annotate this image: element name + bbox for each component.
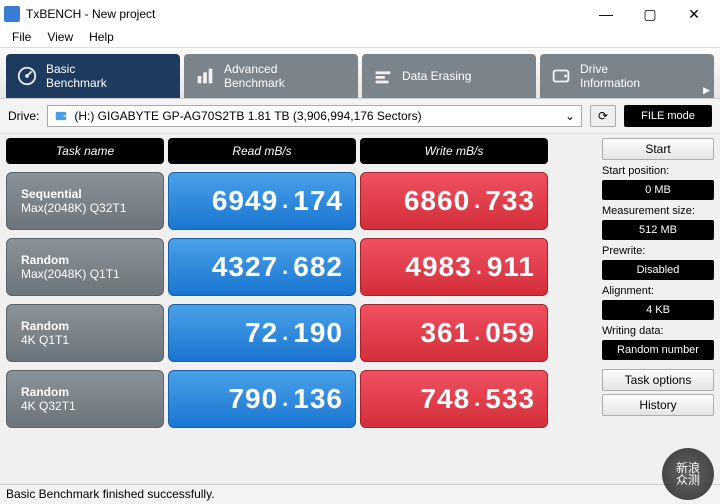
measurement-size-label: Measurement size: [602, 203, 714, 217]
close-button[interactable]: ✕ [672, 0, 716, 28]
benchmark-row: Sequential Max(2048K) Q32T1 6949.174 686… [6, 172, 594, 230]
window-title: TxBENCH - New project [26, 7, 584, 21]
writing-data-label: Writing data: [602, 323, 714, 337]
write-value: 4983.911 [360, 238, 548, 296]
benchmark-panel: Task name Read mB/s Write mB/s Sequentia… [0, 134, 600, 484]
start-position-label: Start position: [602, 163, 714, 177]
task-cell[interactable]: Sequential Max(2048K) Q32T1 [6, 172, 164, 230]
main-tabs: BasicBenchmark AdvancedBenchmark Data Er… [0, 48, 720, 99]
hdd-icon [54, 109, 68, 123]
tab-drive-information[interactable]: DriveInformation ▶ [540, 54, 714, 98]
menu-file[interactable]: File [4, 28, 39, 47]
menu-help[interactable]: Help [81, 28, 122, 47]
menu-view[interactable]: View [39, 28, 81, 47]
tab-basic-benchmark[interactable]: BasicBenchmark [6, 54, 180, 98]
history-button[interactable]: History [602, 394, 714, 416]
refresh-button[interactable]: ⟳ [590, 105, 616, 127]
chevron-right-icon: ▶ [703, 85, 710, 96]
tab-advanced-benchmark[interactable]: AdvancedBenchmark [184, 54, 358, 98]
app-icon [4, 6, 20, 22]
status-text: Basic Benchmark finished successfully. [6, 487, 215, 501]
tab-label: Advanced [224, 62, 277, 76]
tab-label: Drive [580, 62, 608, 76]
status-bar: Basic Benchmark finished successfully. [0, 484, 720, 504]
menubar: File View Help [0, 28, 720, 48]
header-task: Task name [6, 138, 164, 164]
erase-icon [372, 65, 394, 87]
read-value: 72.190 [168, 304, 356, 362]
titlebar: TxBENCH - New project — ▢ ✕ [0, 0, 720, 28]
tab-data-erasing[interactable]: Data Erasing [362, 54, 536, 98]
write-value: 748.533 [360, 370, 548, 428]
benchmark-row: Random 4K Q1T1 72.190 361.059 [6, 304, 594, 362]
write-value: 6860.733 [360, 172, 548, 230]
alignment-value[interactable]: 4 KB [602, 300, 714, 320]
minimize-button[interactable]: — [584, 0, 628, 28]
drive-icon [550, 65, 572, 87]
task-options-button[interactable]: Task options [602, 369, 714, 391]
writing-data-value[interactable]: Random number [602, 340, 714, 360]
drive-label: Drive: [8, 109, 39, 123]
benchmark-row: Random 4K Q32T1 790.136 748.533 [6, 370, 594, 428]
header-read: Read mB/s [168, 138, 356, 164]
task-cell[interactable]: Random 4K Q1T1 [6, 304, 164, 362]
write-value: 361.059 [360, 304, 548, 362]
read-value: 4327.682 [168, 238, 356, 296]
file-mode-button[interactable]: FILE mode [624, 105, 712, 127]
drive-value: (H:) GIGABYTE GP-AG70S2TB 1.81 TB (3,906… [74, 109, 565, 123]
header-write: Write mB/s [360, 138, 548, 164]
read-value: 790.136 [168, 370, 356, 428]
task-cell[interactable]: Random 4K Q32T1 [6, 370, 164, 428]
prewrite-value[interactable]: Disabled [602, 260, 714, 280]
gauge-icon [16, 65, 38, 87]
start-position-value[interactable]: 0 MB [602, 180, 714, 200]
benchmark-row: Random Max(2048K) Q1T1 4327.682 4983.911 [6, 238, 594, 296]
drive-select[interactable]: (H:) GIGABYTE GP-AG70S2TB 1.81 TB (3,906… [47, 105, 582, 127]
start-button[interactable]: Start [602, 138, 714, 160]
read-value: 6949.174 [168, 172, 356, 230]
tab-label: Basic [46, 62, 75, 76]
side-panel: Start Start position: 0 MB Measurement s… [600, 134, 720, 484]
bar-chart-icon [194, 65, 216, 87]
chevron-down-icon: ⌄ [565, 109, 575, 123]
tab-label: Data Erasing [402, 69, 471, 83]
drive-row: Drive: (H:) GIGABYTE GP-AG70S2TB 1.81 TB… [0, 99, 720, 134]
prewrite-label: Prewrite: [602, 243, 714, 257]
refresh-icon: ⟳ [598, 109, 608, 123]
benchmark-header: Task name Read mB/s Write mB/s [4, 138, 596, 164]
measurement-size-value[interactable]: 512 MB [602, 220, 714, 240]
alignment-label: Alignment: [602, 283, 714, 297]
maximize-button[interactable]: ▢ [628, 0, 672, 28]
task-cell[interactable]: Random Max(2048K) Q1T1 [6, 238, 164, 296]
